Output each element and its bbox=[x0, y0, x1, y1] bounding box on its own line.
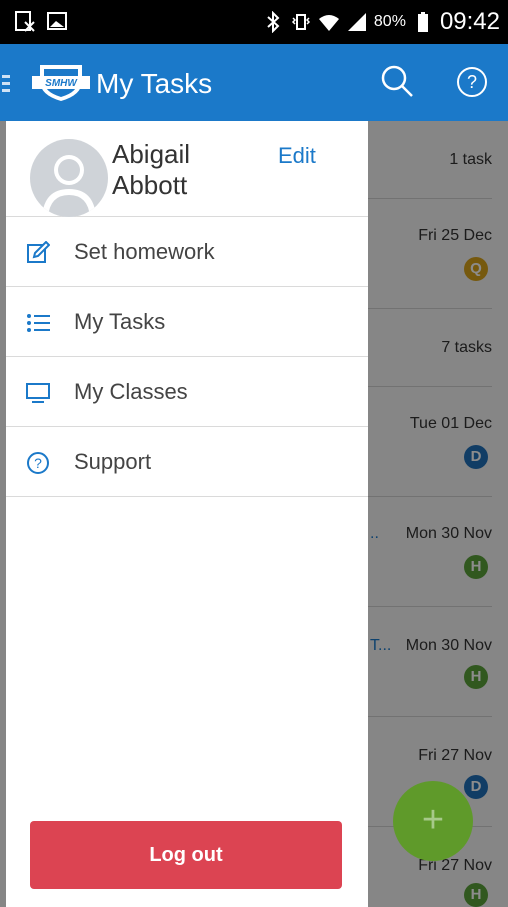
user-last-name: Abbott bbox=[112, 170, 188, 200]
plus-icon: + bbox=[421, 799, 445, 841]
wifi-icon bbox=[318, 15, 339, 31]
profile-header: Abigail Abbott Edit bbox=[6, 121, 368, 217]
drawer-item-my-classes[interactable]: My Classes bbox=[6, 357, 368, 427]
edit-icon bbox=[27, 241, 50, 263]
user-silhouette-icon bbox=[42, 155, 96, 217]
add-task-button[interactable]: + bbox=[393, 781, 473, 861]
battery-icon bbox=[417, 12, 428, 32]
help-icon[interactable]: ? bbox=[456, 66, 488, 98]
drawer-item-label: Set homework bbox=[74, 239, 215, 264]
drawer-item-set-homework[interactable]: Set homework bbox=[6, 217, 368, 287]
drawer-item-support[interactable]: ? Support bbox=[6, 427, 368, 497]
svg-text:?: ? bbox=[34, 455, 42, 471]
menu-icon[interactable] bbox=[2, 73, 12, 95]
image-icon bbox=[47, 12, 67, 30]
drawer-menu: Set homework My Tasks My Classes ? Suppo… bbox=[6, 217, 368, 497]
logo-text: SMHW bbox=[45, 78, 78, 89]
help-icon: ? bbox=[27, 452, 49, 474]
search-icon[interactable] bbox=[380, 64, 414, 98]
drawer-item-label: My Tasks bbox=[74, 309, 166, 334]
drawer-item-my-tasks[interactable]: My Tasks bbox=[6, 287, 368, 357]
user-name: Abigail Abbott bbox=[112, 139, 262, 201]
logout-button[interactable]: Log out bbox=[30, 821, 342, 889]
monitor-icon bbox=[26, 383, 50, 403]
avatar[interactable] bbox=[30, 139, 108, 217]
signal-icon bbox=[347, 13, 366, 31]
svg-text:?: ? bbox=[467, 72, 477, 92]
drawer-item-label: Support bbox=[74, 449, 152, 474]
vibrate-icon bbox=[291, 14, 310, 30]
navigation-drawer: Abigail Abbott Edit Set homework My Task… bbox=[6, 121, 368, 907]
page-title: My Tasks bbox=[96, 68, 213, 99]
battery-percent: 80% bbox=[373, 13, 406, 30]
sim-icon bbox=[15, 11, 35, 32]
status-bar: 80% 09:42 bbox=[0, 0, 508, 44]
smhw-logo: SMHW bbox=[32, 65, 90, 101]
drawer-item-label: My Classes bbox=[74, 379, 188, 404]
app-bar: SMHW My Tasks ? bbox=[0, 44, 508, 121]
list-icon bbox=[27, 314, 50, 332]
bluetooth-icon bbox=[267, 11, 280, 33]
edit-profile-link[interactable]: Edit bbox=[278, 143, 316, 169]
user-first-name: Abigail bbox=[112, 139, 191, 169]
clock: 09:42 bbox=[439, 8, 500, 35]
